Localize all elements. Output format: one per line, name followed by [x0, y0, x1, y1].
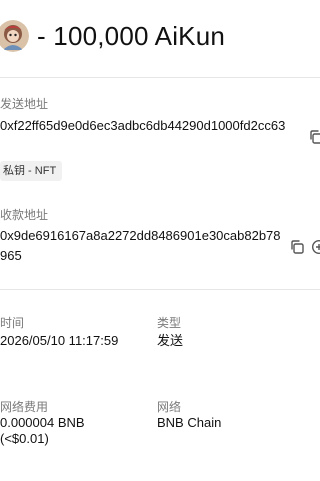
- time-value: 2026/05/10 11:17:59: [0, 333, 119, 348]
- sender-address-value: 0xf22ff65d9e0d6ec3adbc6db44290d1000fd2cc…: [0, 118, 286, 133]
- network-value: BNB Chain: [157, 415, 222, 430]
- sender-address-label: 发送地址: [0, 97, 49, 111]
- network-fee-value: 0.000004 BNB (<$0.01): [0, 415, 85, 447]
- header-divider: [0, 77, 320, 78]
- receiver-address-value: 0x9de6916167a8a2272dd8486901e30cab82b789…: [0, 228, 281, 263]
- address-divider: [0, 289, 320, 290]
- type-value: 发送: [157, 333, 184, 348]
- transaction-detail-page: - 100,000 AiKun 发送地址 0xf22ff65d9e0d6ec3a…: [0, 0, 320, 481]
- transaction-amount: - 100,000 AiKun: [37, 20, 226, 51]
- network-fee-usd: (<$0.01): [0, 431, 49, 446]
- copy-icon[interactable]: [289, 239, 305, 255]
- type-label: 类型: [157, 316, 182, 330]
- sender-key-tag: 私钥 - NFT: [0, 161, 63, 181]
- time-label: 时间: [0, 316, 25, 330]
- token-avatar: [0, 20, 29, 52]
- add-contact-icon[interactable]: [311, 239, 320, 255]
- network-label: 网络: [157, 400, 182, 414]
- transaction-header: - 100,000 AiKun: [0, 14, 320, 58]
- receiver-address-label: 收款地址: [0, 208, 49, 222]
- network-fee-amount: 0.000004 BNB: [0, 415, 85, 430]
- copy-icon[interactable]: [308, 129, 320, 145]
- network-fee-label: 网络费用: [0, 400, 49, 414]
